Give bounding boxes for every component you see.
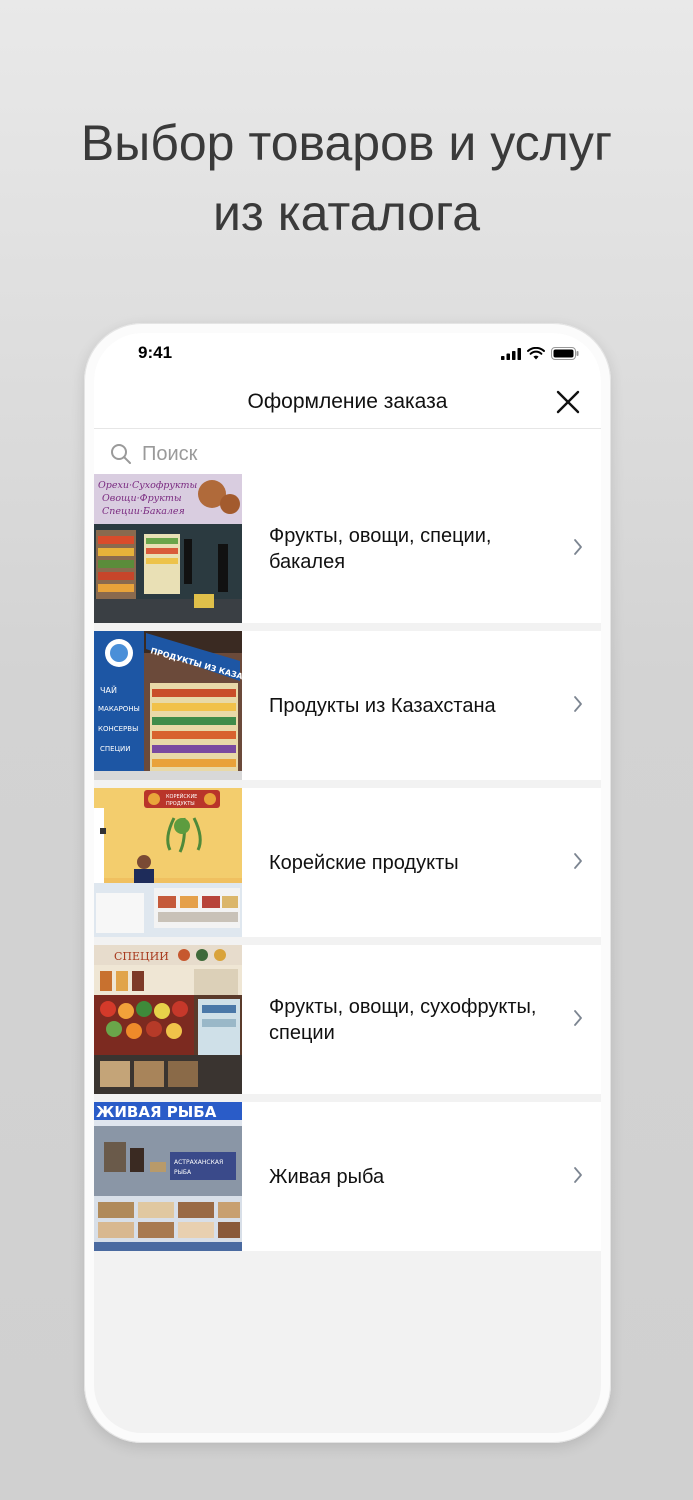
category-list: Орехи·Сухофрукты Овощи·Фрукты Специи·Бак…: [94, 474, 601, 1259]
category-item-live-fish[interactable]: ЖИВАЯ РЫБА АСТРАХАНСКАЯ РЫБА Живая рыба: [94, 1102, 601, 1251]
battery-icon: [551, 347, 579, 360]
search-input[interactable]: [142, 442, 542, 466]
svg-text:ПРОДУКТЫ: ПРОДУКТЫ: [166, 801, 195, 807]
phone-screen: 9:41 Оформление заказа Поиск Орехи·Сухоф…: [94, 333, 601, 1433]
headline-line-1: Выбор товаров и услуг: [80, 115, 613, 171]
category-thumbnail: СПЕЦИИ: [94, 945, 242, 1094]
category-label: Продукты из Казахстана: [269, 694, 496, 717]
search-bar: [94, 429, 601, 479]
wifi-icon: [527, 347, 545, 360]
svg-text:РЫБА: РЫБА: [174, 1169, 192, 1176]
category-label: Корейские продукты: [269, 851, 459, 874]
svg-text:Специи·Бакалея: Специи·Бакалея: [102, 506, 185, 517]
svg-text:КОНСЕРВЫ: КОНСЕРВЫ: [98, 725, 138, 733]
category-thumbnail: ЧАЙ МАКАРОНЫ КОНСЕРВЫ СПЕЦИИ ПРОДУКТЫ ИЗ…: [94, 631, 242, 780]
status-bar: 9:41: [94, 333, 601, 385]
headline-line-2: из каталога: [212, 185, 481, 241]
promo-headline: Выбор товаров и услуг из каталога: [0, 108, 693, 248]
search-icon: [111, 444, 131, 464]
phone-frame: 9:41 Оформление заказа Поиск Орехи·Сухоф…: [84, 323, 611, 1443]
category-label: Живая рыба: [269, 1165, 385, 1188]
chevron-right-icon: [574, 853, 582, 869]
page-title: Оформление заказа: [247, 390, 448, 413]
svg-text:ЧАЙ: ЧАЙ: [100, 684, 117, 695]
category-item-kazakhstan-products[interactable]: ЧАЙ МАКАРОНЫ КОНСЕРВЫ СПЕЦИИ ПРОДУКТЫ ИЗ…: [94, 631, 601, 780]
category-label: Фрукты, овощи, специи, бакалея: [269, 524, 492, 573]
chevron-right-icon: [574, 1010, 582, 1026]
category-thumbnail: Орехи·Сухофрукты Овощи·Фрукты Специи·Бак…: [94, 474, 242, 623]
thumb-sign-text: Орехи·Сухофрукты: [98, 480, 198, 491]
category-label: Фрукты, овощи, сухофрукты, специи: [269, 995, 537, 1044]
status-icons: [501, 347, 579, 360]
category-item-fruits-spices-grocery[interactable]: Орехи·Сухофрукты Овощи·Фрукты Специи·Бак…: [94, 474, 601, 623]
category-thumbnail: ЖИВАЯ РЫБА АСТРАХАНСКАЯ РЫБА: [94, 1102, 242, 1251]
svg-text:МАКАРОНЫ: МАКАРОНЫ: [98, 705, 140, 713]
nav-bar: Оформление заказа: [94, 385, 601, 429]
category-item-korean-products[interactable]: КОРЕЙСКИЕ ПРОДУКТЫ Корейские продукты: [94, 788, 601, 937]
thumb-sign-text: КОРЕЙСКИЕ: [166, 793, 197, 800]
status-time: 9:41: [138, 343, 173, 362]
thumb-sign-text: СПЕЦИИ: [114, 950, 169, 963]
close-icon: [556, 390, 580, 414]
svg-text:АСТРАХАНСКАЯ: АСТРАХАНСКАЯ: [174, 1159, 223, 1166]
svg-text:Овощи·Фрукты: Овощи·Фрукты: [102, 493, 182, 504]
chevron-right-icon: [574, 696, 582, 712]
category-item-fruits-dried-spices[interactable]: СПЕЦИИ Фрукты, овощи, сухофрукты, специи: [94, 945, 601, 1094]
thumb-sign-text: ЖИВАЯ РЫБА: [96, 1103, 217, 1121]
svg-text:СПЕЦИИ: СПЕЦИИ: [100, 745, 130, 753]
chevron-right-icon: [574, 1167, 582, 1183]
signal-icon: [501, 347, 521, 360]
category-thumbnail: КОРЕЙСКИЕ ПРОДУКТЫ: [94, 788, 242, 937]
chevron-right-icon: [574, 539, 582, 555]
close-button[interactable]: [555, 389, 581, 415]
